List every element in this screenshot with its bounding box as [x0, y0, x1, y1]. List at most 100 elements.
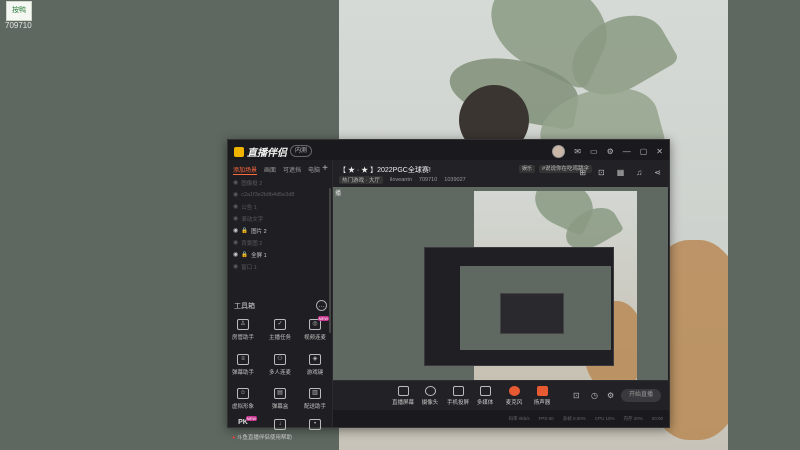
- scene-item[interactable]: ◉ 🔒 全屏 1: [228, 249, 332, 260]
- tool-anchor-task[interactable]: ✓ 主播任务: [265, 319, 295, 341]
- phone-cast-button[interactable]: 手机投屏: [445, 384, 471, 406]
- button-label: 扬声器: [533, 400, 551, 406]
- desktop-app-icon[interactable]: 按鸭: [6, 1, 32, 21]
- settings-icon[interactable]: ⚙: [607, 391, 614, 400]
- help-notice-text: 斗鱼直播伴侣使用帮助: [236, 435, 292, 441]
- eye-icon[interactable]: ◉: [233, 251, 238, 258]
- warning-icon: ●: [232, 435, 236, 441]
- status-bar: 码率 0kb/s FPS 60 丢帧 0.00% CPU 10% 内存 20% …: [333, 410, 669, 427]
- eye-icon[interactable]: ◉: [233, 179, 238, 186]
- eye-icon[interactable]: ◉: [233, 203, 238, 210]
- share-icon[interactable]: ⋖: [654, 168, 661, 177]
- desktop-strip: [728, 0, 800, 450]
- tab-mask[interactable]: 可遮挡: [283, 165, 301, 175]
- play-icon: [479, 386, 491, 396]
- lock-icon[interactable]: 🔒: [241, 228, 248, 234]
- tab-pc[interactable]: 电脑: [308, 165, 320, 175]
- toolbox-more-button[interactable]: …: [316, 300, 327, 311]
- stream-preview[interactable]: 播: [333, 187, 668, 380]
- tool-assistant[interactable]: ▥ 配送助手: [300, 388, 330, 410]
- calendar-icon[interactable]: ▦: [617, 168, 625, 177]
- tool-label: 房管助手: [231, 335, 254, 341]
- tab-add-scene[interactable]: 添加场景: [233, 165, 258, 175]
- title-bar[interactable]: 直播伴侣 内测 ✉ ▭ ⚙ — ▢ ✕: [228, 140, 669, 160]
- eye-icon[interactable]: ◉: [233, 239, 238, 246]
- eye-icon[interactable]: ◉: [233, 215, 238, 222]
- tool-game[interactable]: ◈ 游戏键: [300, 354, 330, 376]
- tool-multi-call[interactable]: ⚇ 多人连麦: [265, 354, 295, 376]
- speaker-icon: [536, 386, 548, 396]
- status-memory: 内存 20%: [623, 415, 643, 421]
- tool-danmaku-box[interactable]: ▤ 弹幕盒: [265, 388, 295, 410]
- scene-item[interactable]: ◉ 图像投 2: [228, 177, 332, 188]
- brand-name: 直播伴侣: [247, 148, 287, 159]
- minimize-icon[interactable]: —: [623, 147, 631, 157]
- record-icon[interactable]: ⊡: [573, 391, 580, 400]
- phone-icon: [452, 386, 464, 396]
- tool-danmaku[interactable]: ≡ 弹幕助手: [228, 354, 258, 376]
- brand-icon: [234, 147, 244, 157]
- scene-item[interactable]: ◉ 窗口 1: [228, 261, 332, 272]
- scene-item[interactable]: ◉ 滚动文字: [228, 213, 332, 224]
- tool-label: 视频连麦: [303, 335, 326, 341]
- button-label: 手机投屏: [446, 400, 469, 406]
- settings-icon[interactable]: ⚙: [607, 147, 614, 157]
- eye-icon[interactable]: ◉: [233, 227, 238, 234]
- category-pill[interactable]: 热门游戏 · 大厅: [339, 176, 383, 184]
- start-live-button[interactable]: 开始直播: [621, 389, 661, 402]
- hot-value: 1039027: [444, 177, 466, 183]
- tool-label: 主播任务: [268, 335, 291, 341]
- bottom-toolbar: 直播屏幕 摄像头 手机投屏 多媒体 麦克风 扬声器 ⊡ ◷ ⚙ 开始直播: [333, 380, 669, 411]
- left-panel: 添加场景 画面 可遮挡 电脑 + ◉ 图像投 2 ◉ c2a1f3e2b9b4d5e…: [228, 160, 333, 441]
- nested-window-preview: [424, 247, 614, 366]
- clock-icon[interactable]: ◷: [591, 391, 598, 400]
- tool-label: 多人连麦: [268, 370, 291, 376]
- scene-item[interactable]: ◉ c2a1f3e2b9b4d5e3d8: [228, 189, 332, 200]
- media-button[interactable]: 多媒体: [472, 384, 498, 406]
- box-icon: ▤: [274, 388, 286, 399]
- maximize-icon[interactable]: ▢: [640, 147, 648, 157]
- tool-more[interactable]: •: [300, 419, 330, 433]
- version-chip[interactable]: 内测: [290, 145, 313, 157]
- help-notice[interactable]: ● 斗鱼直播伴侣使用帮助: [232, 433, 292, 441]
- camera-icon: [424, 386, 436, 396]
- message-icon[interactable]: ✉: [574, 147, 581, 157]
- tool-label: 弹幕盒: [271, 404, 289, 410]
- tab-screen[interactable]: 画面: [264, 165, 276, 175]
- danmaku-icon: ≡: [237, 354, 249, 365]
- scene-label: 公告 1: [241, 204, 257, 211]
- tool-download[interactable]: ↓: [265, 419, 295, 433]
- lock-icon[interactable]: ⊡: [598, 168, 605, 177]
- lock-icon[interactable]: 🔒: [241, 252, 248, 258]
- tool-pk[interactable]: PK NEW: [228, 416, 258, 426]
- task-icon: ✓: [274, 319, 286, 330]
- room-id: 709710: [418, 177, 438, 183]
- person-icon: ♙: [237, 319, 249, 330]
- assistant-icon: ▥: [309, 388, 321, 399]
- status-dropped: 丢帧 0.00%: [562, 415, 586, 421]
- more-icon: •: [309, 419, 321, 430]
- category-tag[interactable]: 娱乐: [519, 165, 536, 173]
- stream-meta: 热门游戏 · 大厅 iloveantn 709710 1039027: [339, 176, 466, 184]
- scene-item[interactable]: ◉ 背景图 2: [228, 237, 332, 248]
- camera-button[interactable]: 摄像头: [417, 384, 443, 406]
- scene-item[interactable]: ◉ 🔒 图片 2: [228, 225, 332, 236]
- microphone-button[interactable]: 麦克风: [501, 384, 527, 406]
- avatar[interactable]: [552, 145, 566, 158]
- scene-item[interactable]: ◉ 公告 1: [228, 201, 332, 212]
- screen-capture-button[interactable]: 直播屏幕: [390, 384, 416, 406]
- tool-video-call[interactable]: ◎ NEW 视频连麦: [300, 316, 330, 341]
- bell-icon[interactable]: ♫: [636, 168, 642, 177]
- button-label: 摄像头: [421, 400, 439, 406]
- screen-icon[interactable]: ▭: [590, 147, 598, 157]
- gift-icon[interactable]: ⊞: [579, 168, 586, 177]
- stream-title[interactable]: 【 ★ · ★ 】2022PGC全球赛!: [339, 165, 431, 175]
- add-scene-button[interactable]: +: [322, 163, 328, 174]
- eye-icon[interactable]: ◉: [233, 263, 238, 270]
- tool-avatar[interactable]: ☺ 虚拟形象: [228, 388, 258, 410]
- eye-icon[interactable]: ◉: [233, 191, 238, 198]
- tool-room-manager[interactable]: ♙ 房管助手: [228, 319, 258, 341]
- close-icon[interactable]: ✕: [656, 147, 663, 157]
- speaker-button[interactable]: 扬声器: [529, 384, 555, 406]
- scene-scrollbar[interactable]: [329, 188, 331, 333]
